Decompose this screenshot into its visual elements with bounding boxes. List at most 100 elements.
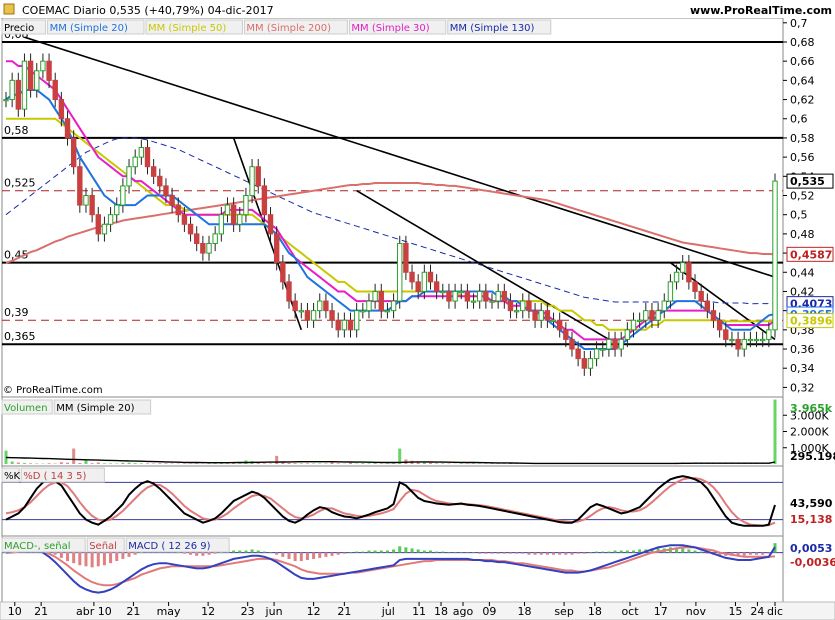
macd-hist-bar [176,552,180,554]
stoch-k-value-label: 43,590 [790,497,833,510]
volume-legend-item: Volumen [4,403,48,414]
macd-hist-bar [373,550,377,553]
candle-body [292,300,298,312]
candle-body [15,79,22,110]
macd-signal-value-label: -0,0036 [790,556,835,569]
macd-hist-bar [219,552,223,554]
macd-hist-bar [96,552,100,567]
candle-body [489,300,495,303]
price-tick-label: 0,66 [790,55,815,68]
macd-hist-bar [465,552,469,554]
candle-body [107,214,114,225]
x-tick-label: jun [265,605,283,618]
candle-body [747,338,754,342]
price-tick-label: 0,56 [790,151,815,164]
level-label: 0,39 [4,306,29,319]
candle-body [661,300,667,312]
macd-hist-bar [84,552,88,567]
candle-body [27,60,34,91]
macd-hist-bar [588,552,592,554]
candle-body [347,319,354,331]
candle-body [237,214,243,225]
candle-body [698,290,704,302]
macd-hist-bar [552,552,556,555]
volume-bar [422,462,426,464]
macd-hist-bar [398,546,402,553]
macd-hist-bar [318,552,322,558]
macd-hist-bar [201,552,205,556]
level-label: 0,365 [4,330,36,343]
macd-hist-bar [312,552,316,559]
macd-hist-bar [102,552,106,566]
macd-hist-bar [324,552,328,557]
price-tick-label: 0,48 [790,228,815,241]
price-tick-label: 0,58 [790,132,815,145]
volume-bar [133,463,137,464]
volume-bar [96,462,100,464]
volume-bar [287,463,291,464]
candle-body [335,319,341,331]
macd-hist-bar [305,552,309,560]
candle-body [643,310,649,321]
macd-hist-bar [189,552,193,555]
candle-body [636,319,643,322]
macd-hist-bar [576,552,580,554]
volume-bar [158,463,162,464]
header-title: COEMAC Diario 0,535 (+40,79%) 04-dic-201… [22,4,274,17]
macd-hist-bar [502,552,506,554]
candle-body [452,290,458,302]
macd-hist-bar [262,551,266,553]
volume-bar [305,463,309,464]
macd-hist-bar [539,552,543,555]
candle-body [495,290,501,302]
candle-body [433,281,440,292]
macd-hist-bar [293,552,297,562]
volume-bar [10,461,14,464]
volume-bar [441,463,445,464]
macd-hist-bar [269,552,273,554]
macd-hist-bar [521,552,525,554]
x-tick-label: 12 [201,605,215,618]
candle-body [477,290,483,302]
candle-body [544,310,551,321]
candle-body [157,175,163,187]
x-tick-label: 11 [412,605,426,618]
candle-body [114,204,120,216]
macd-hist-bar [72,552,76,564]
volume-bar [262,463,266,464]
x-tick-label: 18 [434,605,448,618]
volume-bar [16,462,20,464]
macd-legend-item: Señal [89,541,117,552]
stoch-panel [1,465,784,537]
candle-body [353,310,360,331]
volume-bar [164,463,168,464]
macd-hist-bar [453,552,457,554]
price-legend-item: MM (Simple 30) [351,23,429,34]
price-tick-label: 0,6 [790,113,808,126]
macd-hist-bar [244,550,248,553]
candle-body [403,242,409,273]
candle-body [304,310,311,321]
candle-body [649,310,655,321]
candle-body [421,271,428,292]
macd-hist-bar [545,552,549,555]
candle-body [298,310,304,313]
candle-body [126,166,132,187]
macd-hist-bar [601,551,605,553]
volume-bar [102,463,106,464]
candle-body [593,348,600,360]
candle-body [273,233,280,264]
x-tick-label: nov [686,605,707,618]
candle-body [212,233,218,244]
candle-body [70,137,77,168]
candle-body [513,310,520,313]
candle-body [95,214,101,235]
volume-bar [29,463,33,464]
macd-hist-bar [632,550,636,553]
candle-body [390,300,397,312]
volume-bar [773,399,777,464]
chart-icon [3,3,15,15]
macd-hist-bar [496,552,500,554]
candle-body [538,310,544,321]
candle-body [341,319,348,331]
